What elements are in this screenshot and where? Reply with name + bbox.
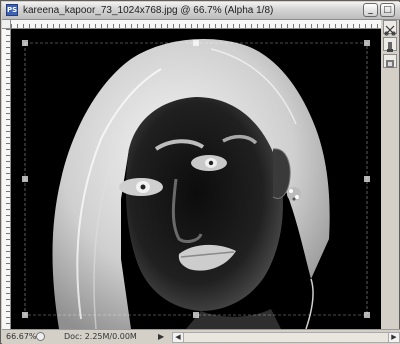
scissors-icon[interactable]: [383, 20, 397, 36]
maximize-button[interactable]: □: [380, 3, 395, 17]
inverted-portrait-image: [11, 29, 381, 329]
zoom-level[interactable]: 66.67%: [6, 332, 37, 341]
photoshop-app-icon: PS: [6, 4, 18, 16]
vertical-ruler[interactable]: [2, 29, 11, 329]
scroll-right-icon[interactable]: ▶: [388, 333, 399, 342]
horizontal-scrollbar[interactable]: ◀ ▶: [172, 332, 400, 343]
status-bar: 66.67% Doc: 2.25M/0.00M ▶ ◀ ▶: [2, 329, 400, 344]
title-bar[interactable]: PS kareena_kapoor_73_1024x768.jpg @ 66.7…: [2, 2, 400, 20]
horizontal-ruler[interactable]: [11, 20, 381, 29]
ruler-origin[interactable]: [2, 20, 11, 29]
photoshop-document-window: PS kareena_kapoor_73_1024x768.jpg @ 66.7…: [0, 0, 400, 344]
image-canvas[interactable]: [11, 29, 381, 329]
dropper-icon[interactable]: [383, 37, 397, 52]
info-icon[interactable]: [36, 332, 45, 341]
scroll-left-icon[interactable]: ◀: [173, 333, 184, 342]
document-size: Doc: 2.25M/0.00M: [64, 332, 137, 341]
minimize-button[interactable]: _: [363, 3, 378, 17]
brush-icon[interactable]: [383, 54, 397, 68]
window-title: kareena_kapoor_73_1024x768.jpg @ 66.7% (…: [23, 5, 274, 16]
status-menu-arrow[interactable]: ▶: [158, 332, 164, 341]
palette-toolbar: [382, 20, 400, 70]
